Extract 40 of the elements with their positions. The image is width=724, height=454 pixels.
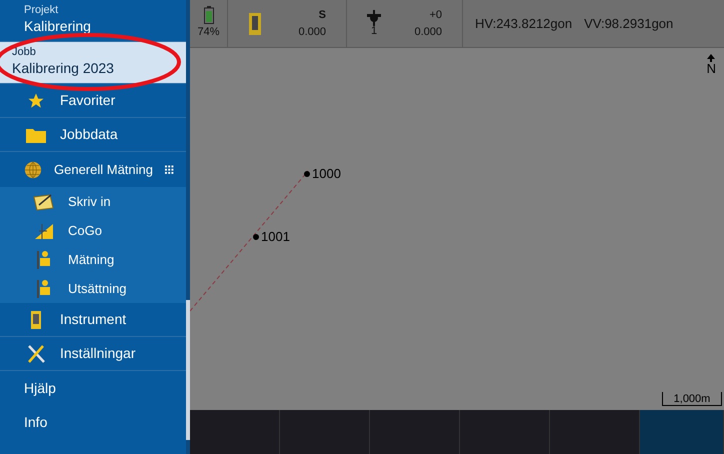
total-station-icon (29, 310, 43, 330)
job-name: Kalibrering 2023 (12, 60, 115, 78)
job-panel[interactable]: Jobb Kalibrering 2023 (0, 42, 186, 84)
north-arrow-icon (707, 54, 716, 62)
north-label: N (706, 62, 716, 75)
battery-percent: 74% (197, 25, 220, 40)
target-number: 1 (370, 26, 378, 37)
menu-item[interactable]: Utsättning (0, 274, 186, 303)
scale-bar: 1,000m (662, 392, 722, 406)
scrollbar[interactable] (186, 300, 190, 440)
menu-item[interactable]: Skriv in (0, 187, 186, 216)
horizontal-angle: HV:243.8212gon (475, 14, 572, 33)
instrument-status[interactable]: S 0.000 (228, 0, 347, 47)
surveyor-icon (35, 250, 53, 270)
grid-icon[interactable] (165, 162, 174, 176)
face-indicator: S (318, 8, 326, 23)
tools-icon (26, 344, 46, 364)
total-station-icon (248, 12, 262, 36)
target-value: 0.000 (414, 24, 442, 40)
globe-icon (24, 160, 42, 178)
job-label: Jobb (12, 46, 37, 60)
triangle-ruler-icon (34, 222, 54, 240)
prism-icon (367, 10, 381, 26)
surveyor-icon (35, 278, 53, 298)
battery-icon (204, 6, 214, 24)
notepad-icon (33, 192, 55, 210)
point-label: 1001 (261, 228, 290, 246)
point-marker[interactable] (253, 234, 259, 240)
target-offset: +0 (429, 8, 442, 23)
menu-item[interactable]: CoGo (0, 216, 186, 245)
instrument-value: 0.000 (298, 24, 326, 40)
softkey-button[interactable] (640, 410, 724, 454)
point-label: 1000 (312, 165, 341, 183)
star-icon (27, 92, 45, 110)
vertical-angle: VV:98.2931gon (584, 14, 674, 33)
menu-item[interactable]: Mätning (0, 245, 186, 274)
project-label: Projekt (24, 4, 60, 18)
project-name: Kalibrering (24, 18, 92, 36)
target-status[interactable]: 1 +0 0.000 (347, 0, 463, 47)
point-marker[interactable] (304, 170, 310, 177)
